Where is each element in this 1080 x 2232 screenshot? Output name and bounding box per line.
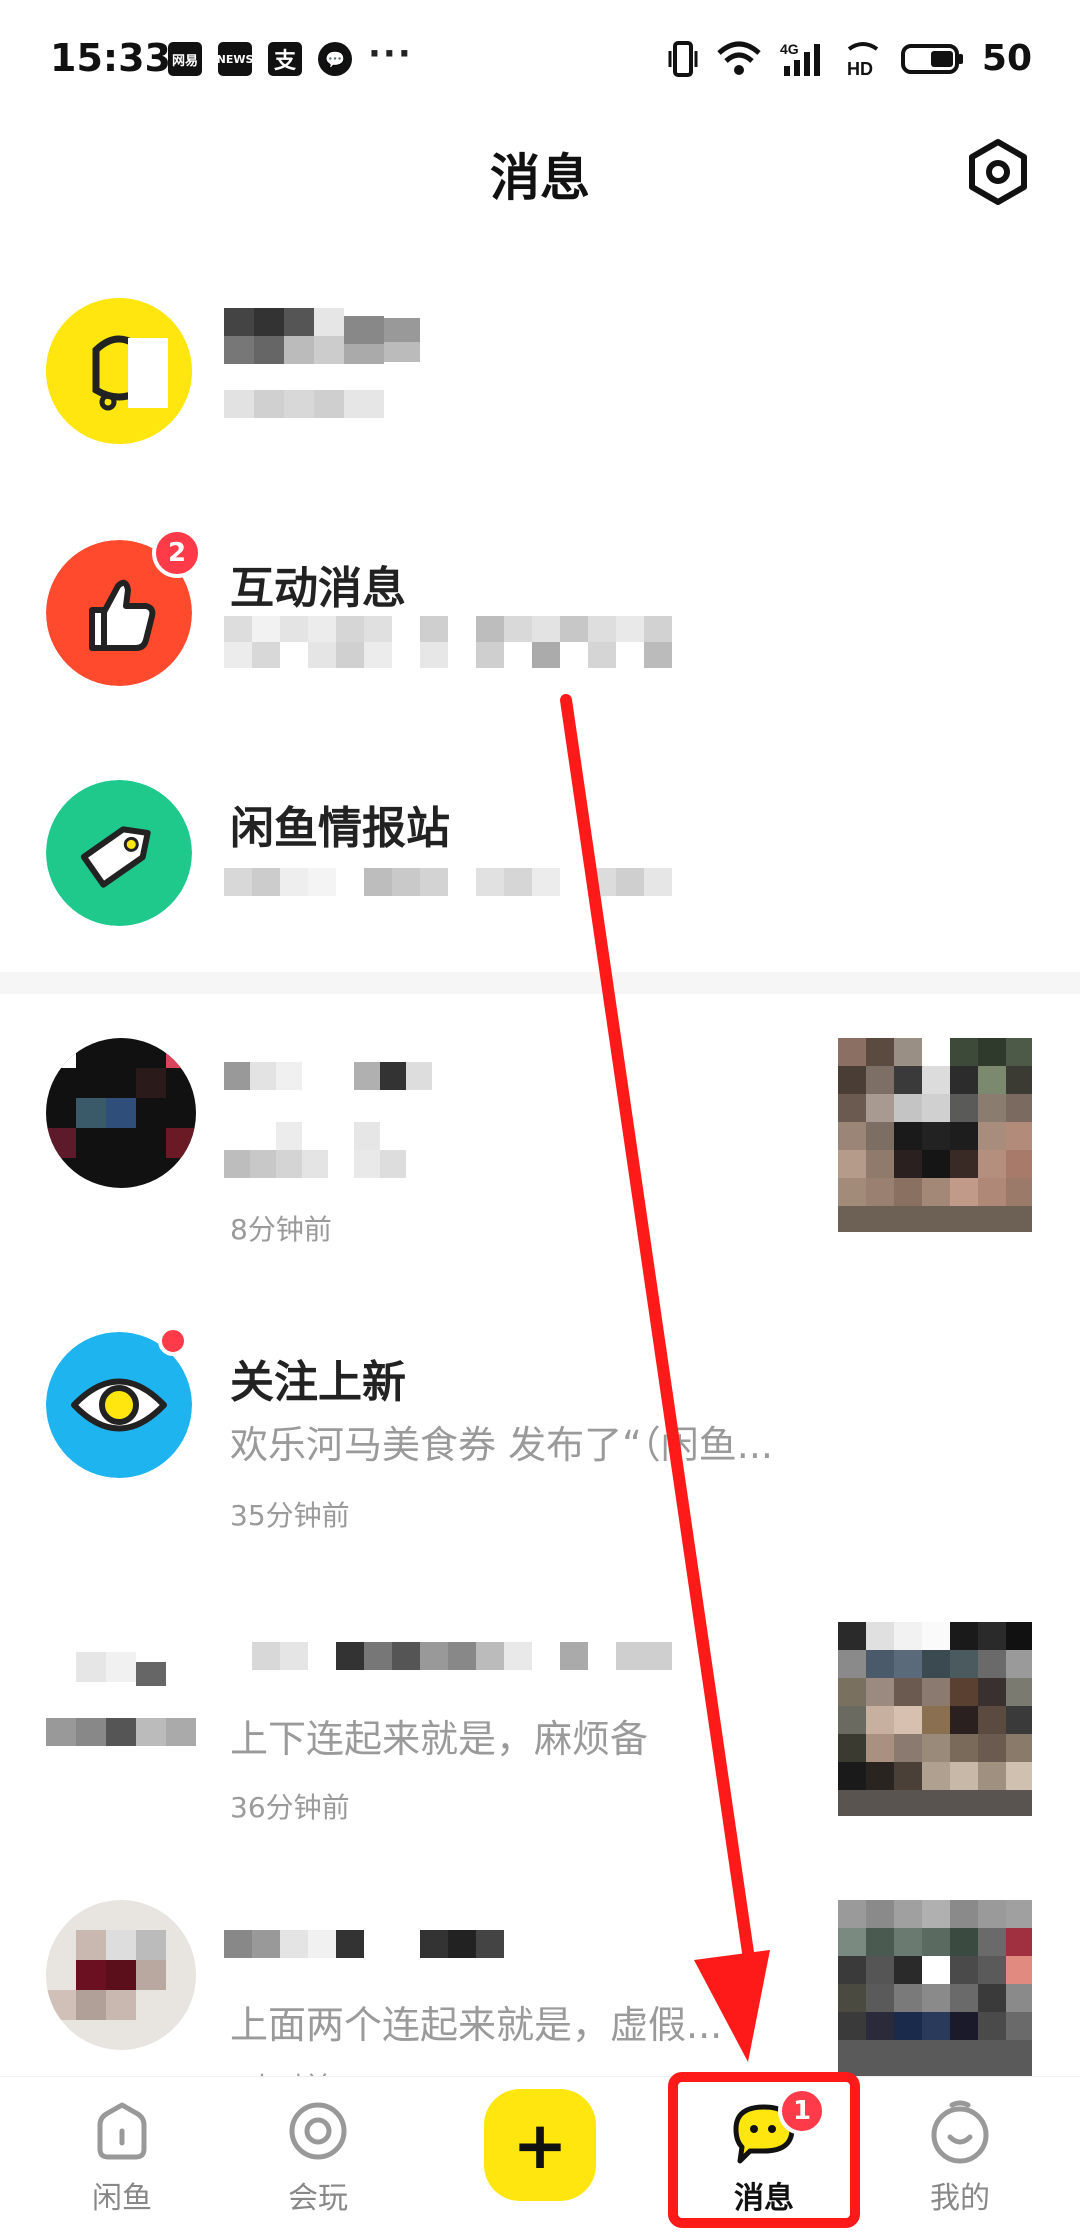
battery-level: 50 [981, 38, 1032, 79]
bottom-tab-bar: 闲鱼 会玩 + 1 消息 我的 [0, 2076, 1080, 2232]
publish-plus-icon: + [512, 2106, 568, 2184]
info-station-title: 闲鱼情报站 [230, 803, 450, 854]
tab-profile-label: 我的 [930, 2181, 990, 2216]
follow-updates-title: 关注上新 [230, 1357, 406, 1408]
alipay-app-icon: 支 [268, 42, 302, 76]
item-thumbnail [838, 1038, 1032, 1232]
chat-subtitle: 上下连起来就是，麻烦备 [230, 1717, 649, 1761]
interactions-badge: 2 [152, 528, 202, 578]
follow-updates-subtitle: 欢乐河马美食券 发布了“（闲鱼... [230, 1423, 774, 1467]
battery-icon [900, 43, 963, 74]
list-item-info-station[interactable]: 闲鱼情报站 [0, 770, 1080, 930]
vibrate-icon [668, 40, 698, 77]
blurred-subtitle-mosaic [224, 1122, 484, 1182]
hd-call-icon: HD [847, 41, 879, 79]
page-header: 消息 [0, 118, 1080, 228]
svg-text:HD: HD [847, 59, 873, 79]
chat-row[interactable]: 8分钟前 [0, 1030, 1080, 1270]
tab-play-label: 会玩 [288, 2181, 348, 2216]
list-item-interactions[interactable]: 2 互动消息 [0, 528, 1080, 690]
chat-subtitle: 上面两个连起来就是，虚假... [230, 2003, 723, 2047]
user-avatar [46, 1622, 196, 1772]
user-avatar [46, 1900, 196, 2050]
signal-4g-icon: 4G [780, 41, 820, 76]
blurred-title-mosaic [224, 1930, 514, 1964]
settings-button[interactable] [962, 136, 1034, 208]
item-thumbnail [838, 1622, 1032, 1816]
profile-icon [931, 2100, 989, 2164]
chat-time: 35分钟前 [230, 1499, 350, 1532]
blurred-title-mosaic [224, 308, 424, 366]
unread-dot [158, 1326, 188, 1356]
user-avatar [46, 1038, 196, 1188]
bell-icon [46, 298, 192, 444]
blurred-title-mosaic [224, 1062, 484, 1096]
chat-row[interactable]: 上下连起来就是，麻烦备 36分钟前 [0, 1612, 1080, 1852]
wechat-app-icon: 💬 [318, 42, 352, 76]
wifi-icon [717, 41, 761, 75]
news-app-icon: NEWS [217, 42, 253, 76]
item-thumbnail [838, 1900, 1032, 2094]
tab-play[interactable]: 会玩 [238, 2077, 398, 2232]
tab-home-label: 闲鱼 [92, 2181, 152, 2216]
status-bar: 15:33 网易 NEWS 支 💬 ··· 4G HD 50 [0, 0, 1080, 118]
page-title: 消息 [490, 149, 590, 207]
svg-text:4G: 4G [780, 41, 799, 57]
blurred-subtitle-mosaic [224, 616, 754, 676]
home-icon [97, 2102, 147, 2160]
netease-app-icon: 网易 [168, 42, 202, 76]
more-notifications-icon: ··· [368, 34, 413, 74]
publish-button[interactable]: + [484, 2089, 596, 2201]
tag-icon [46, 780, 192, 926]
blurred-title-mosaic [224, 1642, 684, 1676]
chat-time: 36分钟前 [230, 1791, 350, 1824]
section-divider [0, 972, 1080, 994]
annotation-highlight-box [668, 2072, 860, 2228]
interactions-title: 互动消息 [230, 563, 406, 614]
status-right: 4G HD 50 [668, 38, 1032, 79]
list-item-notification[interactable] [0, 290, 1080, 450]
chat-time: 8分钟前 [230, 1213, 332, 1246]
tab-home[interactable]: 闲鱼 [42, 2077, 202, 2232]
status-time: 15:33 [50, 36, 171, 80]
settings-hexagon-icon [969, 139, 1027, 205]
blurred-subtitle-mosaic [224, 390, 394, 424]
chat-row[interactable]: 上面两个连起来就是，虚假... 1小时前 [0, 1900, 1080, 2104]
chat-row-follow-updates[interactable]: 关注上新 欢乐河马美食券 发布了“（闲鱼... 35分钟前 [0, 1322, 1080, 1562]
blurred-subtitle-mosaic [224, 868, 784, 902]
info-station-avatar [46, 780, 192, 926]
notification-avatar [46, 298, 192, 444]
play-circle-icon [289, 2102, 347, 2160]
tab-profile[interactable]: 我的 [880, 2077, 1040, 2232]
